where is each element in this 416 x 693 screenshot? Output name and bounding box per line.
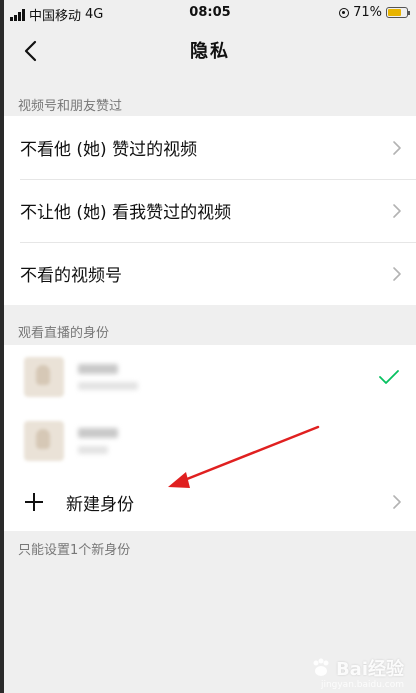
chevron-right-icon (393, 140, 401, 155)
paw-logo-icon (313, 658, 329, 676)
row-hidden-channels[interactable]: 不看的视频号 (4, 242, 416, 305)
section-header-likes: 视频号和朋友赞过 (18, 99, 123, 114)
page-title: 隐私 (190, 41, 230, 62)
battery-fill (388, 9, 401, 16)
chevron-right-icon (393, 495, 401, 509)
new-identity-label: 新建身份 (66, 494, 134, 515)
likes-settings-group: 不看他 (她) 赞过的视频 不让他 (她) 看我赞过的视频 不看的视频号 (4, 116, 416, 305)
chevron-right-icon (393, 266, 401, 281)
identity-text-blurred (78, 364, 138, 390)
row-label: 不让他 (她) 看我赞过的视频 (20, 203, 232, 223)
section-header-identity: 观看直播的身份 (18, 326, 110, 341)
row-label: 不看他 (她) 赞过的视频 (20, 140, 198, 160)
row-label: 不看的视频号 (20, 266, 122, 286)
checkmark-icon (379, 370, 399, 384)
identity-limit-note: 只能设置1个新身份 (18, 543, 131, 558)
rotation-lock-icon (339, 7, 350, 18)
chevron-right-icon (393, 203, 401, 218)
identity-sub-blurred (78, 446, 108, 454)
new-identity-button[interactable]: 新建身份 (4, 473, 416, 531)
identity-text-blurred (78, 428, 118, 454)
status-bar: 中国移动 4G 08:05 71% (4, 0, 416, 26)
identity-name-blurred (78, 364, 118, 374)
row-hide-their-liked-videos[interactable]: 不看他 (她) 赞过的视频 (4, 116, 416, 179)
avatar (24, 357, 64, 397)
privacy-screen: 中国移动 4G 08:05 71% 隐私 视频号和朋友赞过 不看他 (她) 赞过… (0, 0, 416, 693)
watermark-sub: jingyan.baidu.com (320, 680, 404, 690)
watermark-text: Bai经验 (335, 659, 404, 680)
battery-icon (386, 7, 410, 18)
nav-bar: 隐私 (4, 26, 416, 78)
avatar (24, 421, 64, 461)
battery-percent: 71% (353, 5, 382, 20)
identity-group: 新建身份 (4, 345, 416, 531)
identity-sub-blurred (78, 382, 138, 390)
identity-option-2[interactable] (4, 409, 416, 473)
baidu-watermark: Bai经验 (310, 655, 404, 681)
row-hide-my-liked-videos[interactable]: 不让他 (她) 看我赞过的视频 (4, 179, 416, 242)
plus-icon (24, 492, 44, 512)
identity-option-1[interactable] (4, 345, 416, 409)
status-right: 71% (339, 5, 410, 20)
identity-name-blurred (78, 428, 118, 438)
